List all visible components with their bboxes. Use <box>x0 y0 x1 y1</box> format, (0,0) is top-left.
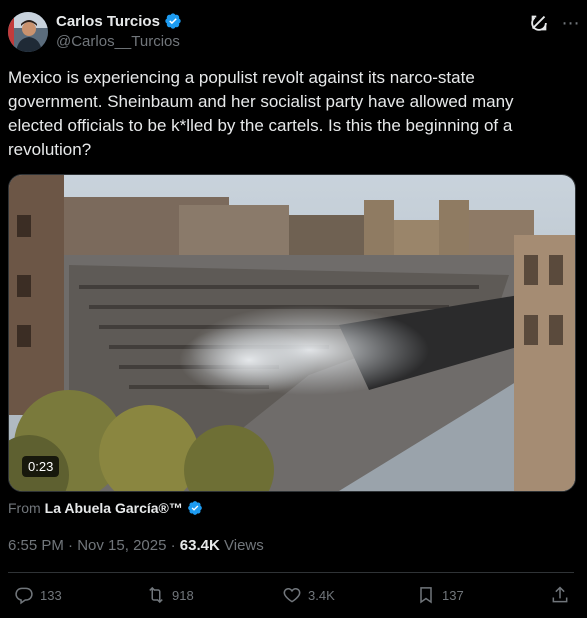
tweet-date[interactable]: Nov 15, 2025 <box>77 537 166 554</box>
like-button[interactable]: 3.4K <box>282 585 335 605</box>
avatar-image <box>8 12 48 52</box>
author-name[interactable]: Carlos Turcios <box>56 13 160 30</box>
tweet-time[interactable]: 6:55 PM <box>8 537 64 554</box>
share-icon <box>552 586 568 603</box>
repost-button[interactable]: 918 <box>146 585 194 605</box>
video-player[interactable] <box>8 174 576 492</box>
like-count: 3.4K <box>308 587 335 603</box>
video-thumbnail <box>9 175 575 491</box>
more-options-icon[interactable]: ⋯ <box>560 12 582 34</box>
repost-count: 918 <box>172 587 194 603</box>
author-avatar[interactable] <box>8 12 48 52</box>
media-source: From La Abuela García®™ <box>8 500 203 516</box>
tweet-meta: 6:55 PM · Nov 15, 2025 · 63.4K Views <box>8 537 264 554</box>
author-handle[interactable]: @Carlos__Turcios <box>56 33 180 50</box>
reply-icon <box>15 587 33 605</box>
source-prefix: From <box>8 500 41 516</box>
heart-icon <box>283 587 301 603</box>
tweet-text: Mexico is experiencing a populist revolt… <box>8 68 519 159</box>
views-label: Views <box>224 537 264 554</box>
reply-button[interactable]: 133 <box>14 585 62 605</box>
meta-separator: · <box>63 537 78 554</box>
bookmark-icon <box>420 587 432 604</box>
verified-badge-icon <box>165 13 181 29</box>
repost-icon <box>149 586 163 604</box>
bookmark-count: 137 <box>442 587 464 603</box>
share-button[interactable] <box>550 585 570 605</box>
action-bar: 133 918 3.4K 137 <box>0 585 587 609</box>
bookmark-button[interactable]: 137 <box>416 585 464 605</box>
divider <box>8 572 574 573</box>
views-count: 63.4K <box>179 537 220 554</box>
grok-icon[interactable] <box>528 12 550 34</box>
source-name[interactable]: La Abuela García®™ <box>45 500 183 516</box>
verified-badge-icon <box>188 501 202 515</box>
video-duration: 0:23 <box>22 456 60 477</box>
meta-separator: · <box>166 537 180 554</box>
reply-count: 133 <box>40 587 62 603</box>
author-name-row[interactable]: Carlos Turcios <box>56 12 182 30</box>
